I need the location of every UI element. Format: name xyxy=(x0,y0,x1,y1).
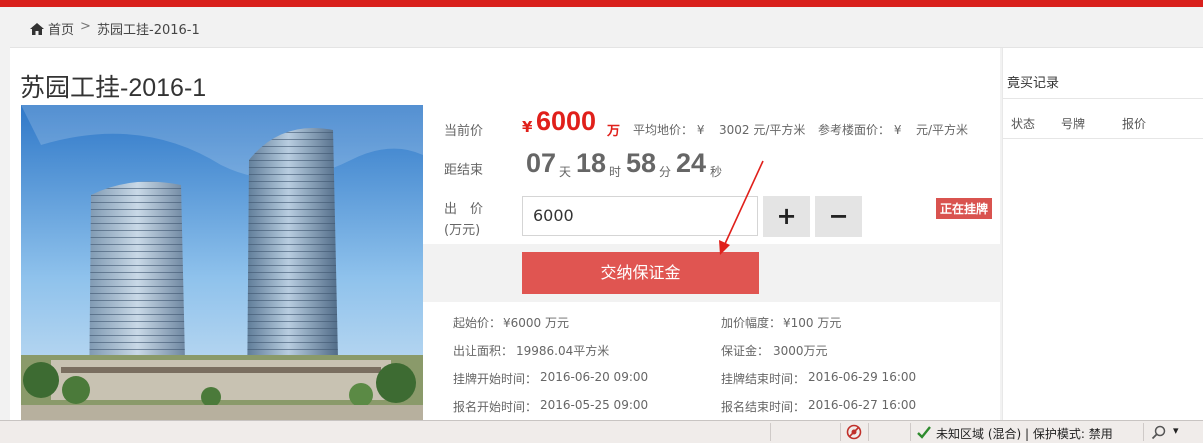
bid-records-title: 竟买记录 xyxy=(1007,76,1060,91)
annotation-arrow xyxy=(719,160,764,255)
countdown-hours-unit: 时 xyxy=(609,165,622,179)
divider xyxy=(868,423,869,441)
bid-unit-label: (万元) xyxy=(444,223,481,238)
status-badge: 正在挂牌 xyxy=(936,198,993,219)
countdown-days-unit: 天 xyxy=(559,165,572,179)
breadcrumb-separator: > xyxy=(80,19,91,34)
ref-price-label: 参考楼面价： ¥ xyxy=(818,123,902,137)
divider xyxy=(910,423,911,441)
detail-label: 挂牌结束时间： xyxy=(721,372,806,386)
column-header-bid: 报价 xyxy=(1122,117,1147,131)
breadcrumb-home-link[interactable]: 首页 xyxy=(48,19,74,38)
countdown-label: 距结束 xyxy=(444,163,484,178)
price-unit: 万 xyxy=(607,124,621,139)
detail-label: 出让面积： xyxy=(453,344,514,358)
detail-value: 3000万元 xyxy=(773,344,828,358)
currency-symbol: ¥ xyxy=(522,118,533,136)
avg-price-label: 平均地价： ¥ xyxy=(633,123,705,137)
countdown-hours: 18 xyxy=(576,148,607,178)
browser-status-bar: 未知区域 (混合) | 保护模式: 禁用 ▾ xyxy=(0,420,1203,443)
property-photo xyxy=(21,105,423,420)
detail-value: ¥6000 万元 xyxy=(503,316,569,330)
countdown-minutes: 58 xyxy=(626,148,657,178)
detail-value: 2016-06-20 09:00 xyxy=(540,370,649,384)
detail-value: 2016-06-27 16:00 xyxy=(808,398,917,412)
bid-label: 出 价 xyxy=(444,202,484,217)
detail-label: 起始价： xyxy=(453,316,502,330)
security-zone-text[interactable]: 未知区域 (混合) | 保护模式: 禁用 xyxy=(936,425,1113,442)
divider xyxy=(840,423,841,441)
page-title: 苏园工挂-2016-1 xyxy=(20,74,207,102)
column-header-number: 号牌 xyxy=(1061,117,1086,131)
detail-value: ¥100 万元 xyxy=(783,316,842,330)
avg-price-value: 3002 元/平方米 xyxy=(719,123,806,137)
current-price-label: 当前价 xyxy=(444,124,484,139)
divider xyxy=(770,423,771,441)
checkmark-icon xyxy=(916,424,932,443)
countdown-minutes-unit: 分 xyxy=(659,165,672,179)
divider xyxy=(1003,98,1203,99)
current-price-value: 6000 xyxy=(536,106,597,136)
detail-label: 报名开始时间： xyxy=(453,400,538,414)
ref-price-value: 元/平方米 xyxy=(916,123,969,137)
detail-value: 19986.04平方米 xyxy=(516,344,610,358)
pay-deposit-button[interactable]: 交纳保证金 xyxy=(522,252,759,294)
listing-panel: 苏园工挂-2016-1 当前价 ¥ 6000 万 平均地价： ¥ 3002 元/… xyxy=(10,48,1000,420)
zoom-dropdown-icon[interactable]: ▾ xyxy=(1173,424,1179,437)
home-icon[interactable] xyxy=(30,20,44,39)
column-header-status: 状态 xyxy=(1011,117,1036,131)
privacy-icon[interactable] xyxy=(846,424,862,443)
bid-increase-button[interactable]: + xyxy=(763,196,810,237)
zoom-icon[interactable] xyxy=(1151,424,1167,443)
countdown-days: 07 xyxy=(526,148,557,178)
top-brand-bar xyxy=(0,0,1203,7)
divider xyxy=(1003,138,1203,139)
detail-label: 加价幅度： xyxy=(721,316,782,330)
detail-label: 保证金： xyxy=(721,344,770,358)
detail-label: 挂牌开始时间： xyxy=(453,372,538,386)
detail-value: 2016-06-29 16:00 xyxy=(808,370,917,384)
bid-decrease-button[interactable]: − xyxy=(815,196,862,237)
countdown-seconds: 24 xyxy=(676,148,707,178)
divider xyxy=(1143,423,1144,441)
breadcrumb-current: 苏园工挂-2016-1 xyxy=(97,23,200,38)
detail-value: 2016-05-25 09:00 xyxy=(540,398,649,412)
breadcrumb: 首页 > 苏园工挂-2016-1 xyxy=(10,7,1203,48)
bid-records-panel: 竟买记录 状态 号牌 报价 xyxy=(1002,48,1203,420)
detail-label: 报名结束时间： xyxy=(721,400,806,414)
